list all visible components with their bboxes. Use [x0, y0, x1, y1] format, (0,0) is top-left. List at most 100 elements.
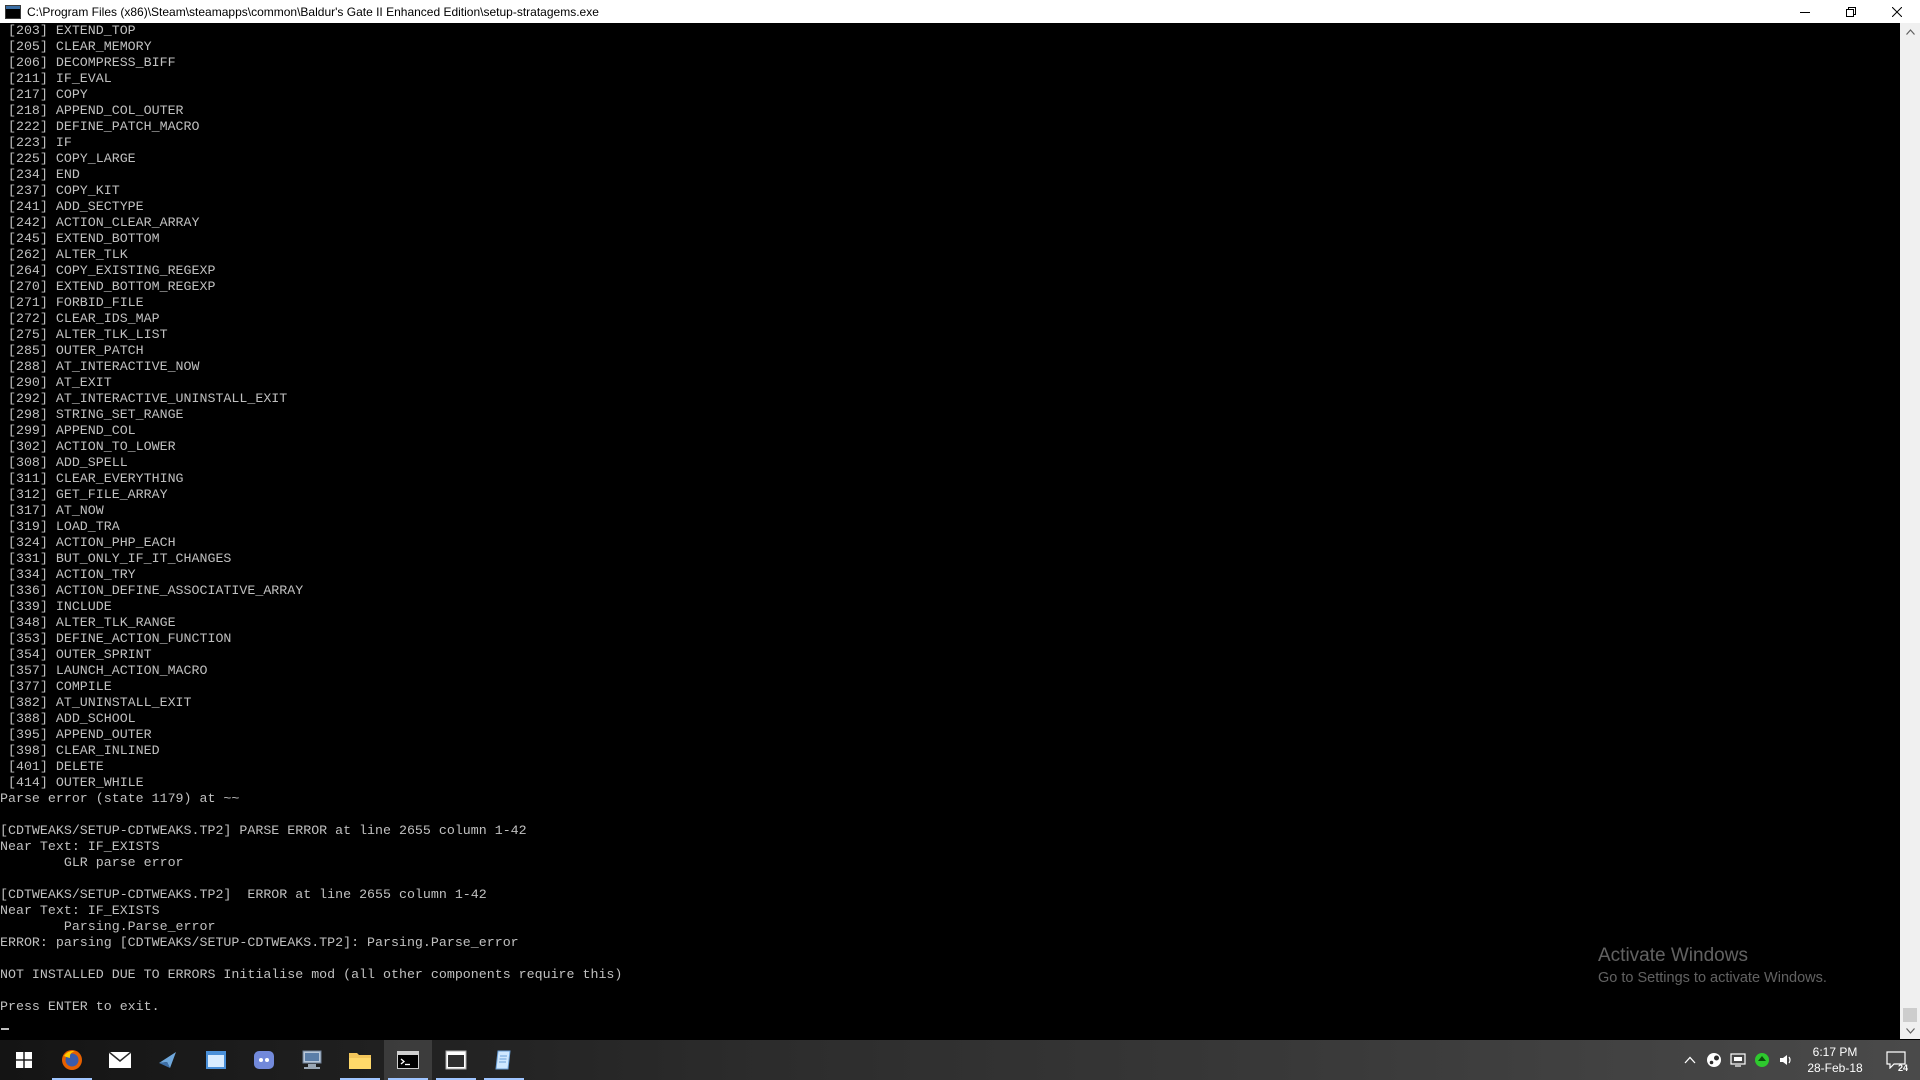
console-line: [285] OUTER_PATCH — [0, 343, 144, 358]
action-center-button[interactable]: 24 — [1872, 1040, 1920, 1080]
system-tray: 6:17 PM 28-Feb-18 24 — [1678, 1040, 1920, 1080]
console-line: Parsing.Parse_error — [0, 919, 216, 934]
console-line: [317] AT_NOW — [0, 503, 104, 518]
console-line: [388] ADD_SCHOOL — [0, 711, 136, 726]
console-line: [395] APPEND_OUTER — [0, 727, 152, 742]
console-line: [241] ADD_SECTYPE — [0, 199, 144, 214]
taskbar-notepad[interactable] — [480, 1040, 528, 1080]
steam-icon — [1707, 1053, 1721, 1067]
activate-title: Activate Windows — [1598, 945, 1748, 966]
file-explorer-icon — [349, 1053, 371, 1069]
minimize-icon — [1800, 11, 1810, 13]
console-line: [217] COPY — [0, 87, 88, 102]
chevron-up-icon — [1905, 28, 1915, 35]
console-output-area[interactable]: [203] EXTEND_TOP [205] CLEAR_MEMORY [206… — [0, 23, 1900, 1039]
tray-green-app[interactable] — [1750, 1040, 1774, 1080]
console-line: [223] IF — [0, 135, 72, 150]
console-line: GLR parse error — [0, 855, 184, 870]
console-line: [206] DECOMPRESS_BIFF — [0, 55, 176, 70]
tray-steam[interactable] — [1702, 1040, 1726, 1080]
console-line: [414] OUTER_WHILE — [0, 775, 144, 790]
network-app-icon — [302, 1050, 322, 1069]
console-line: [234] END — [0, 167, 80, 182]
console-line: [242] ACTION_CLEAR_ARRAY — [0, 215, 200, 230]
green-app-icon — [1755, 1053, 1769, 1067]
console-line: [334] ACTION_TRY — [0, 567, 136, 582]
chevron-up-icon — [1684, 1056, 1696, 1064]
firefox-icon — [62, 1050, 82, 1070]
taskbar-clock[interactable]: 6:17 PM 28-Feb-18 — [1798, 1044, 1872, 1076]
console-lines: [203] EXTEND_TOP [205] CLEAR_MEMORY [206… — [0, 23, 622, 1015]
tray-volume[interactable] — [1774, 1040, 1798, 1080]
clock-date: 28-Feb-18 — [1807, 1061, 1863, 1075]
console-icon — [397, 1051, 419, 1069]
console-line: [311] CLEAR_EVERYTHING — [0, 471, 184, 486]
taskbar-file-explorer[interactable] — [336, 1040, 384, 1080]
console-line: [354] OUTER_SPRINT — [0, 647, 152, 662]
console-line: [336] ACTION_DEFINE_ASSOCIATIVE_ARRAY — [0, 583, 304, 598]
text-cursor — [1, 1028, 9, 1030]
window-app-icon — [206, 1051, 226, 1069]
taskbar-discord[interactable] — [240, 1040, 288, 1080]
console-line: [262] ALTER_TLK — [0, 247, 128, 262]
console-line: [298] STRING_SET_RANGE — [0, 407, 184, 422]
console-line: [270] EXTEND_BOTTOM_REGEXP — [0, 279, 216, 294]
display-icon — [1730, 1053, 1746, 1067]
taskbar-firefox[interactable] — [48, 1040, 96, 1080]
console-line: [401] DELETE — [0, 759, 104, 774]
console-line: [302] ACTION_TO_LOWER — [0, 439, 176, 454]
console-line: [218] APPEND_COL_OUTER — [0, 103, 184, 118]
console-line: [225] COPY_LARGE — [0, 151, 136, 166]
console-line: [331] BUT_ONLY_IF_IT_CHANGES — [0, 551, 232, 566]
activate-subtitle: Go to Settings to activate Windows. — [1598, 970, 1827, 986]
console-line: [264] COPY_EXISTING_REGEXP — [0, 263, 216, 278]
console-line: [211] IF_EVAL — [0, 71, 112, 86]
console-line: [299] APPEND_COL — [0, 423, 136, 438]
taskbar-mail[interactable] — [96, 1040, 144, 1080]
console-line: [357] LAUNCH_ACTION_MACRO — [0, 663, 208, 678]
close-button[interactable] — [1874, 0, 1920, 23]
console-line: [382] AT_UNINSTALL_EXIT — [0, 695, 192, 710]
vertical-scrollbar[interactable] — [1900, 23, 1920, 1039]
taskbar-bird-app[interactable] — [144, 1040, 192, 1080]
minimize-button[interactable] — [1782, 0, 1828, 23]
window-frame-icon — [445, 1050, 467, 1070]
console-line: [271] FORBID_FILE — [0, 295, 144, 310]
console-line: [288] AT_INTERACTIVE_NOW — [0, 359, 200, 374]
console-window-icon[interactable] — [5, 4, 21, 19]
console-line: [312] GET_FILE_ARRAY — [0, 487, 168, 502]
console-line: [245] EXTEND_BOTTOM — [0, 231, 160, 246]
notepad-icon — [495, 1050, 511, 1070]
console-line: [205] CLEAR_MEMORY — [0, 39, 152, 54]
console-line: [203] EXTEND_TOP — [0, 23, 136, 38]
start-button[interactable] — [0, 1040, 48, 1080]
taskbar-window-app[interactable] — [192, 1040, 240, 1080]
taskbar-window-frame[interactable] — [432, 1040, 480, 1080]
restore-icon — [1846, 6, 1856, 17]
tray-display[interactable] — [1726, 1040, 1750, 1080]
window-titlebar[interactable]: C:\Program Files (x86)\Steam\steamapps\c… — [0, 0, 1920, 23]
taskbar-network-app[interactable] — [288, 1040, 336, 1080]
taskbar-console[interactable] — [384, 1040, 432, 1080]
restore-button[interactable] — [1828, 0, 1874, 23]
console-line: [324] ACTION_PHP_EACH — [0, 535, 176, 550]
console-line: [CDTWEAKS/SETUP-CDTWEAKS.TP2] PARSE ERRO… — [0, 823, 527, 838]
console-line: [319] LOAD_TRA — [0, 519, 120, 534]
tray-overflow-button[interactable] — [1678, 1040, 1702, 1080]
scroll-up-button[interactable] — [1900, 23, 1920, 40]
console-line: [353] DEFINE_ACTION_FUNCTION — [0, 631, 232, 646]
console-line: [339] INCLUDE — [0, 599, 112, 614]
mail-icon — [108, 1051, 132, 1068]
scroll-thumb[interactable] — [1903, 1008, 1917, 1022]
activate-windows-watermark: Activate Windows Go to Settings to activ… — [1598, 944, 1827, 988]
taskbar: 6:17 PM 28-Feb-18 24 — [0, 1040, 1920, 1080]
console-line: [377] COMPILE — [0, 679, 112, 694]
console-line: ERROR: parsing [CDTWEAKS/SETUP-CDTWEAKS.… — [0, 935, 519, 950]
console-line: [290] AT_EXIT — [0, 375, 112, 390]
bird-app-icon — [159, 1052, 176, 1068]
console-line: [222] DEFINE_PATCH_MACRO — [0, 119, 200, 134]
scroll-down-button[interactable] — [1900, 1022, 1920, 1039]
